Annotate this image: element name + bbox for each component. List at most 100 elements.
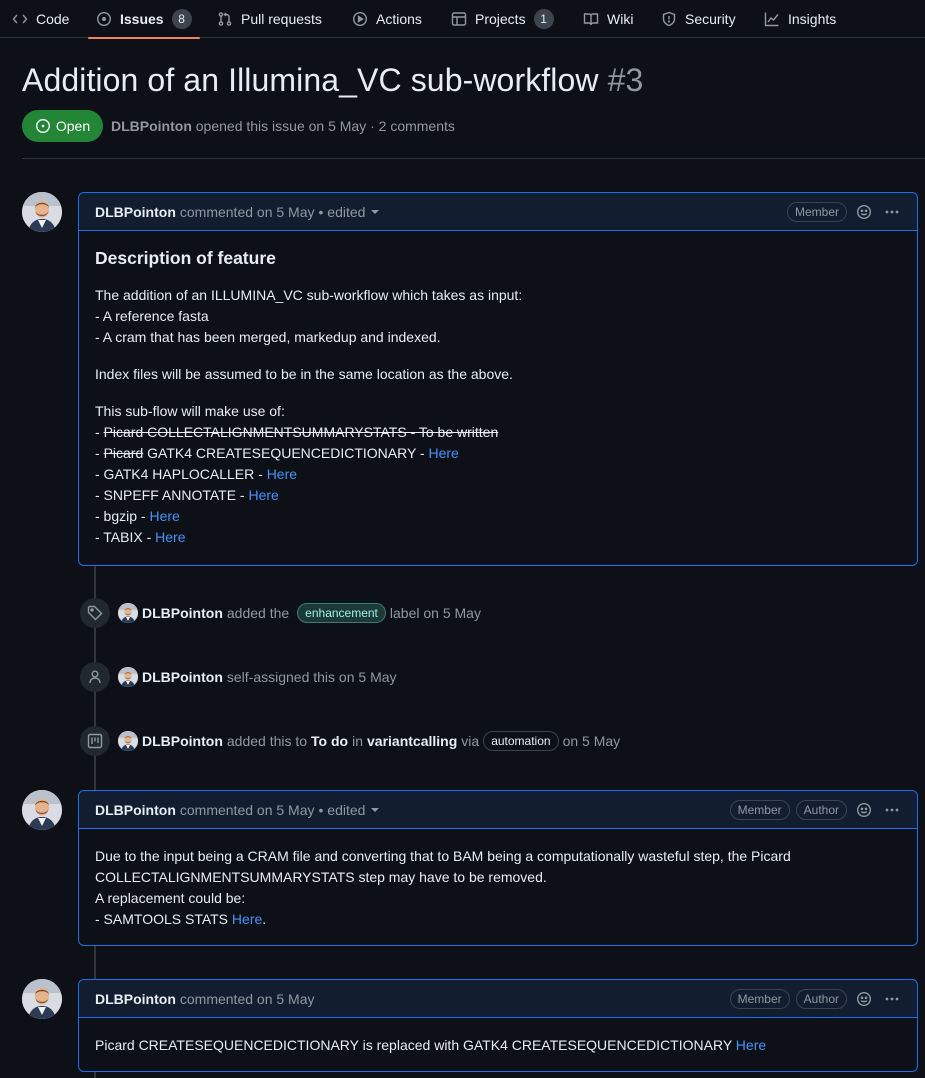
- book-icon: [583, 13, 599, 26]
- comment-paragraph: This sub-flow will make use of: - Picard…: [95, 401, 901, 548]
- avatar[interactable]: [22, 979, 62, 1019]
- comment-paragraph: Picard CREATESEQUENCEDICTIONARY is repla…: [95, 1035, 901, 1056]
- tab-issues[interactable]: Issues 8: [88, 0, 200, 39]
- issue-opened-icon: [35, 118, 50, 134]
- list-item-prefix: -: [95, 424, 104, 440]
- chevron-down-icon[interactable]: [371, 209, 380, 214]
- text-line: This sub-flow will make use of:: [95, 403, 285, 419]
- tab-pull-requests[interactable]: Pull requests: [217, 0, 322, 38]
- project-icon: [87, 733, 103, 749]
- text-line: A replacement could be:: [95, 890, 246, 906]
- event-actor-link[interactable]: DLBPointon: [142, 605, 223, 621]
- comment-author-link[interactable]: DLBPointon: [95, 802, 176, 818]
- comment-header-actions: Member: [786, 193, 903, 231]
- tab-label: Code: [36, 11, 70, 27]
- text-line: - A reference fasta: [95, 308, 209, 324]
- kebab-horizontal-icon: [885, 808, 899, 812]
- here-link[interactable]: Here: [429, 445, 459, 461]
- smiley-icon: [856, 204, 872, 220]
- edited-dropdown[interactable]: • edited: [319, 802, 366, 818]
- comment-body: Picard CREATESEQUENCEDICTIONARY is repla…: [79, 1018, 917, 1072]
- tab-label: Security: [685, 11, 736, 27]
- add-reaction-button[interactable]: [853, 201, 875, 223]
- kebab-horizontal-icon: [885, 997, 899, 1001]
- tab-projects[interactable]: Projects 1: [451, 0, 554, 38]
- comment-1: DLBPointon commented on 5 May • edited M…: [78, 192, 918, 566]
- tab-actions[interactable]: Actions: [352, 0, 422, 38]
- issue-author-link[interactable]: DLBPointon: [111, 118, 192, 134]
- comment-options-button[interactable]: [881, 201, 903, 223]
- smiley-icon: [856, 991, 872, 1007]
- comment-timestamp[interactable]: commented on 5 May: [180, 802, 315, 818]
- timeline-event-labeled: DLBPointon added the enhancement label o…: [80, 598, 481, 628]
- comment-paragraph: Index files will be assumed to be in the…: [95, 366, 513, 382]
- tab-label: Projects: [475, 11, 526, 27]
- tab-code[interactable]: Code: [12, 0, 69, 38]
- event-actor-link[interactable]: DLBPointon: [142, 669, 223, 685]
- comment-options-button[interactable]: [881, 988, 903, 1010]
- timeline-event-project: DLBPointon added this to To do in varian…: [80, 726, 620, 756]
- avatar[interactable]: [118, 667, 138, 687]
- add-reaction-button[interactable]: [853, 988, 875, 1010]
- event-text: self-assigned this on 5 May: [226, 669, 397, 685]
- event-text: label on 5 May: [389, 605, 481, 621]
- comment-timestamp[interactable]: commented on 5 May: [180, 991, 315, 1007]
- avatar[interactable]: [22, 192, 62, 232]
- here-link[interactable]: Here: [155, 529, 185, 545]
- tab-label: Insights: [788, 11, 837, 27]
- event-text: via: [461, 733, 480, 749]
- avatar[interactable]: [118, 603, 138, 623]
- here-link[interactable]: Here: [232, 911, 262, 927]
- label-enhancement[interactable]: enhancement: [297, 603, 386, 623]
- comment-header: DLBPointon commented on 5 May • edited M…: [79, 791, 917, 829]
- struck-text: Picard: [103, 445, 144, 461]
- comment-author-link[interactable]: DLBPointon: [95, 204, 176, 220]
- list-item-text: - SNPEFF ANNOTATE -: [95, 487, 249, 503]
- event-icon: [80, 598, 110, 628]
- event-text: added this to: [226, 733, 308, 749]
- edited-dropdown[interactable]: • edited: [319, 204, 366, 220]
- here-link[interactable]: Here: [267, 466, 297, 482]
- list-item-text: - TABIX -: [95, 529, 156, 545]
- tab-label: Actions: [376, 11, 422, 27]
- tag-icon: [87, 605, 103, 621]
- text-line: - SAMTOOLS STATS: [95, 911, 232, 927]
- tab-wiki[interactable]: Wiki: [583, 0, 633, 38]
- issue-number: #3: [607, 62, 644, 98]
- timeline-event-assigned: DLBPointon self-assigned this on 5 May: [80, 662, 401, 692]
- issue-meta: DLBPointon opened this issue on 5 May · …: [111, 118, 455, 134]
- project-link[interactable]: variantcalling: [367, 733, 457, 749]
- avatar[interactable]: [118, 731, 138, 751]
- comment-heading: Description of feature: [95, 248, 276, 268]
- tab-insights[interactable]: Insights: [764, 0, 836, 38]
- comment-header: DLBPointon commented on 5 May Member Aut…: [79, 980, 917, 1018]
- comment-header: DLBPointon commented on 5 May • edited M…: [79, 193, 917, 231]
- git-pull-request-icon: [218, 12, 232, 26]
- chevron-down-icon[interactable]: [371, 807, 380, 812]
- text-line: Due to the input being a CRAM file and c…: [95, 848, 791, 885]
- smiley-icon: [856, 802, 872, 818]
- member-badge: Member: [786, 202, 847, 222]
- here-link[interactable]: Here: [149, 508, 179, 524]
- comment-3: DLBPointon commented on 5 May Member Aut…: [78, 979, 918, 1072]
- comment-timestamp[interactable]: commented on 5 May: [180, 204, 315, 220]
- text-line: - A cram that has been merged, markedup …: [95, 329, 441, 345]
- title-divider: [22, 158, 925, 159]
- event-icon: [80, 662, 110, 692]
- projects-count-badge: 1: [533, 9, 554, 29]
- tab-label: Issues: [120, 11, 164, 27]
- tab-label: Wiki: [607, 11, 634, 27]
- automation-badge[interactable]: automation: [483, 731, 559, 751]
- event-text: on 5 May: [562, 733, 621, 749]
- author-badge: Author: [795, 989, 847, 1009]
- event-actor-link[interactable]: DLBPointon: [142, 733, 223, 749]
- here-link[interactable]: Here: [249, 487, 279, 503]
- comment-options-button[interactable]: [881, 799, 903, 821]
- here-link[interactable]: Here: [736, 1037, 766, 1053]
- avatar[interactable]: [22, 790, 62, 830]
- tab-security[interactable]: Security: [661, 0, 736, 38]
- add-reaction-button[interactable]: [853, 799, 875, 821]
- issues-count-badge: 8: [171, 9, 192, 29]
- comment-header-actions: Member Author: [729, 980, 903, 1018]
- comment-author-link[interactable]: DLBPointon: [95, 991, 176, 1007]
